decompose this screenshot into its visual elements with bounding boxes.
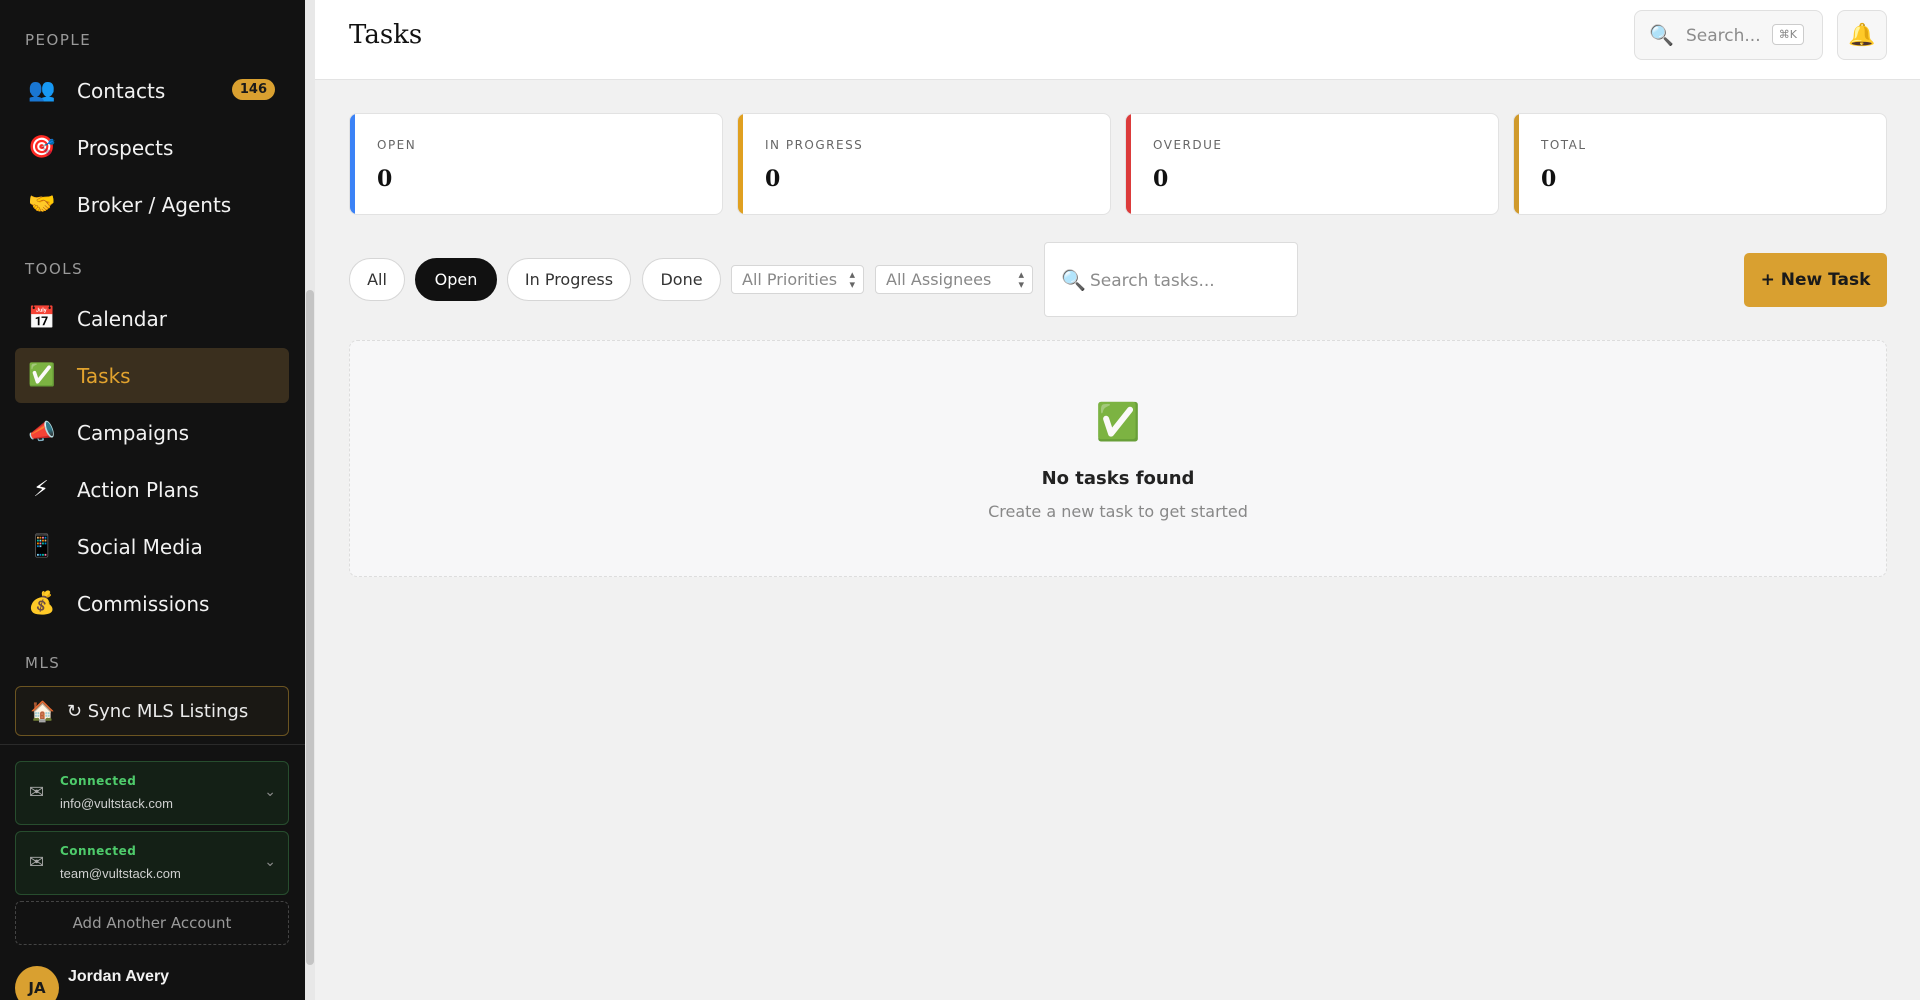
sidebar-item-tasks[interactable]: ✅ Tasks <box>15 348 289 403</box>
sidebar-item-commissions[interactable]: 💰 Commissions <box>15 576 289 631</box>
stat-label: OPEN <box>377 138 417 152</box>
sidebar-divider <box>0 744 305 745</box>
priority-select-value: All Priorities <box>742 270 838 289</box>
stat-label: IN PROGRESS <box>765 138 864 152</box>
calendar-icon: 📅 <box>28 306 56 331</box>
sidebar-item-label: Campaigns <box>77 420 190 445</box>
sidebar-item-label: Calendar <box>77 306 167 331</box>
sidebar-item-label: Broker / Agents <box>77 192 232 217</box>
section-tools-heading: TOOLS <box>25 260 84 278</box>
phone-icon: 📱 <box>28 534 56 559</box>
sidebar-item-label: Prospects <box>77 135 174 160</box>
new-task-button[interactable]: + New Task <box>1744 253 1887 307</box>
assignee-select[interactable]: All Assignees ▴ ▾ <box>875 265 1033 294</box>
avatar: JA <box>15 966 59 1000</box>
assignee-select-value: All Assignees <box>886 270 992 289</box>
sidebar-item-label: Social Media <box>77 534 203 559</box>
megaphone-icon: 📣 <box>28 420 56 445</box>
empty-state-title: No tasks found <box>1041 468 1195 489</box>
stat-accent-bar <box>1126 114 1131 214</box>
money-bag-icon: 💰 <box>28 591 56 616</box>
stat-value: 0 <box>765 166 781 192</box>
user-name: Jordan Avery <box>68 968 170 985</box>
sidebar-item-prospects[interactable]: 🎯 Prospects <box>15 120 289 175</box>
account-email: info@vultstack.com <box>60 796 173 811</box>
sidebar: PEOPLE 👥 Contacts 146 🎯 Prospects 🤝 Brok… <box>0 0 305 1000</box>
stat-value: 0 <box>1153 166 1169 192</box>
stat-label: TOTAL <box>1541 138 1587 152</box>
envelope-icon: ✉ <box>29 782 45 803</box>
contacts-count-badge: 146 <box>231 79 275 100</box>
search-icon: 🔍 <box>1649 23 1674 47</box>
bell-icon: 🔔 <box>1848 22 1876 48</box>
account-email: team@vultstack.com <box>60 866 181 881</box>
filter-done[interactable]: Done <box>642 258 721 301</box>
envelope-icon: ✉ <box>29 852 45 873</box>
email-account-card[interactable]: ✉ Connected team@vultstack.com ⌄ <box>15 831 289 895</box>
filter-open[interactable]: Open <box>415 258 497 301</box>
sidebar-item-contacts[interactable]: 👥 Contacts 146 <box>15 63 289 118</box>
keyboard-shortcut-hint: ⌘K <box>1771 24 1804 45</box>
task-search-input[interactable]: 🔍 Search tasks... <box>1044 242 1298 317</box>
account-status: Connected <box>60 844 137 858</box>
email-account-card[interactable]: ✉ Connected info@vultstack.com ⌄ <box>15 761 289 825</box>
priority-select[interactable]: All Priorities ▴ ▾ <box>731 265 864 294</box>
sidebar-item-campaigns[interactable]: 📣 Campaigns <box>15 405 289 460</box>
stat-card-overdue: OVERDUE 0 <box>1125 113 1499 215</box>
search-placeholder: Search... <box>1686 26 1761 46</box>
stat-card-total: TOTAL 0 <box>1513 113 1887 215</box>
empty-state-subtitle: Create a new task to get started <box>988 502 1248 521</box>
section-mls-heading: MLS <box>25 654 61 672</box>
select-arrows-icon: ▴ ▾ <box>849 268 855 291</box>
stat-value: 0 <box>1541 166 1557 192</box>
empty-state: ✅ No tasks found Create a new task to ge… <box>349 340 1887 577</box>
check-mark-icon: ✅ <box>28 363 56 388</box>
section-people-heading: PEOPLE <box>25 31 92 49</box>
sidebar-item-label: Contacts <box>77 78 166 103</box>
filter-in-progress[interactable]: In Progress <box>507 258 631 301</box>
stat-card-in-progress: IN PROGRESS 0 <box>737 113 1111 215</box>
user-profile[interactable]: JA Jordan Avery <box>15 960 305 1000</box>
sidebar-scrollbar-thumb[interactable] <box>306 290 314 965</box>
sidebar-item-action-plans[interactable]: ⚡ Action Plans <box>15 462 289 517</box>
sidebar-item-label: Action Plans <box>77 477 199 502</box>
add-account-button[interactable]: Add Another Account <box>15 901 289 945</box>
stat-card-open: OPEN 0 <box>349 113 723 215</box>
sync-mls-label: ↻ Sync MLS Listings <box>66 700 249 722</box>
top-header: Tasks 🔍 Search... ⌘K 🔔 <box>315 0 1920 80</box>
account-status: Connected <box>60 774 137 788</box>
contacts-icon: 👥 <box>28 78 56 103</box>
lightning-icon: ⚡ <box>33 477 49 502</box>
house-icon: 🏠 <box>30 699 55 723</box>
chevron-down-icon[interactable]: ⌄ <box>264 854 276 870</box>
target-icon: 🎯 <box>28 135 56 160</box>
check-mark-icon: ✅ <box>1095 402 1141 443</box>
sidebar-item-social-media[interactable]: 📱 Social Media <box>15 519 289 574</box>
sidebar-item-calendar[interactable]: 📅 Calendar <box>15 291 289 346</box>
sidebar-item-label: Tasks <box>77 363 131 388</box>
stat-accent-bar <box>738 114 743 214</box>
page-title: Tasks <box>349 20 423 50</box>
stat-accent-bar <box>1514 114 1519 214</box>
search-icon: 🔍 <box>1061 268 1086 292</box>
stat-value: 0 <box>377 166 393 192</box>
filter-all[interactable]: All <box>349 258 405 301</box>
notifications-button[interactable]: 🔔 <box>1837 10 1887 60</box>
global-search-input[interactable]: 🔍 Search... ⌘K <box>1634 10 1823 60</box>
sync-mls-button[interactable]: 🏠 ↻ Sync MLS Listings <box>15 686 289 736</box>
handshake-icon: 🤝 <box>28 192 56 217</box>
task-search-placeholder: Search tasks... <box>1090 271 1215 291</box>
select-arrows-icon: ▴ ▾ <box>1018 268 1024 291</box>
stat-label: OVERDUE <box>1153 138 1223 152</box>
chevron-down-icon[interactable]: ⌄ <box>264 784 276 800</box>
sidebar-item-broker-agents[interactable]: 🤝 Broker / Agents <box>15 177 289 232</box>
stat-accent-bar <box>350 114 355 214</box>
sidebar-item-label: Commissions <box>77 591 210 616</box>
